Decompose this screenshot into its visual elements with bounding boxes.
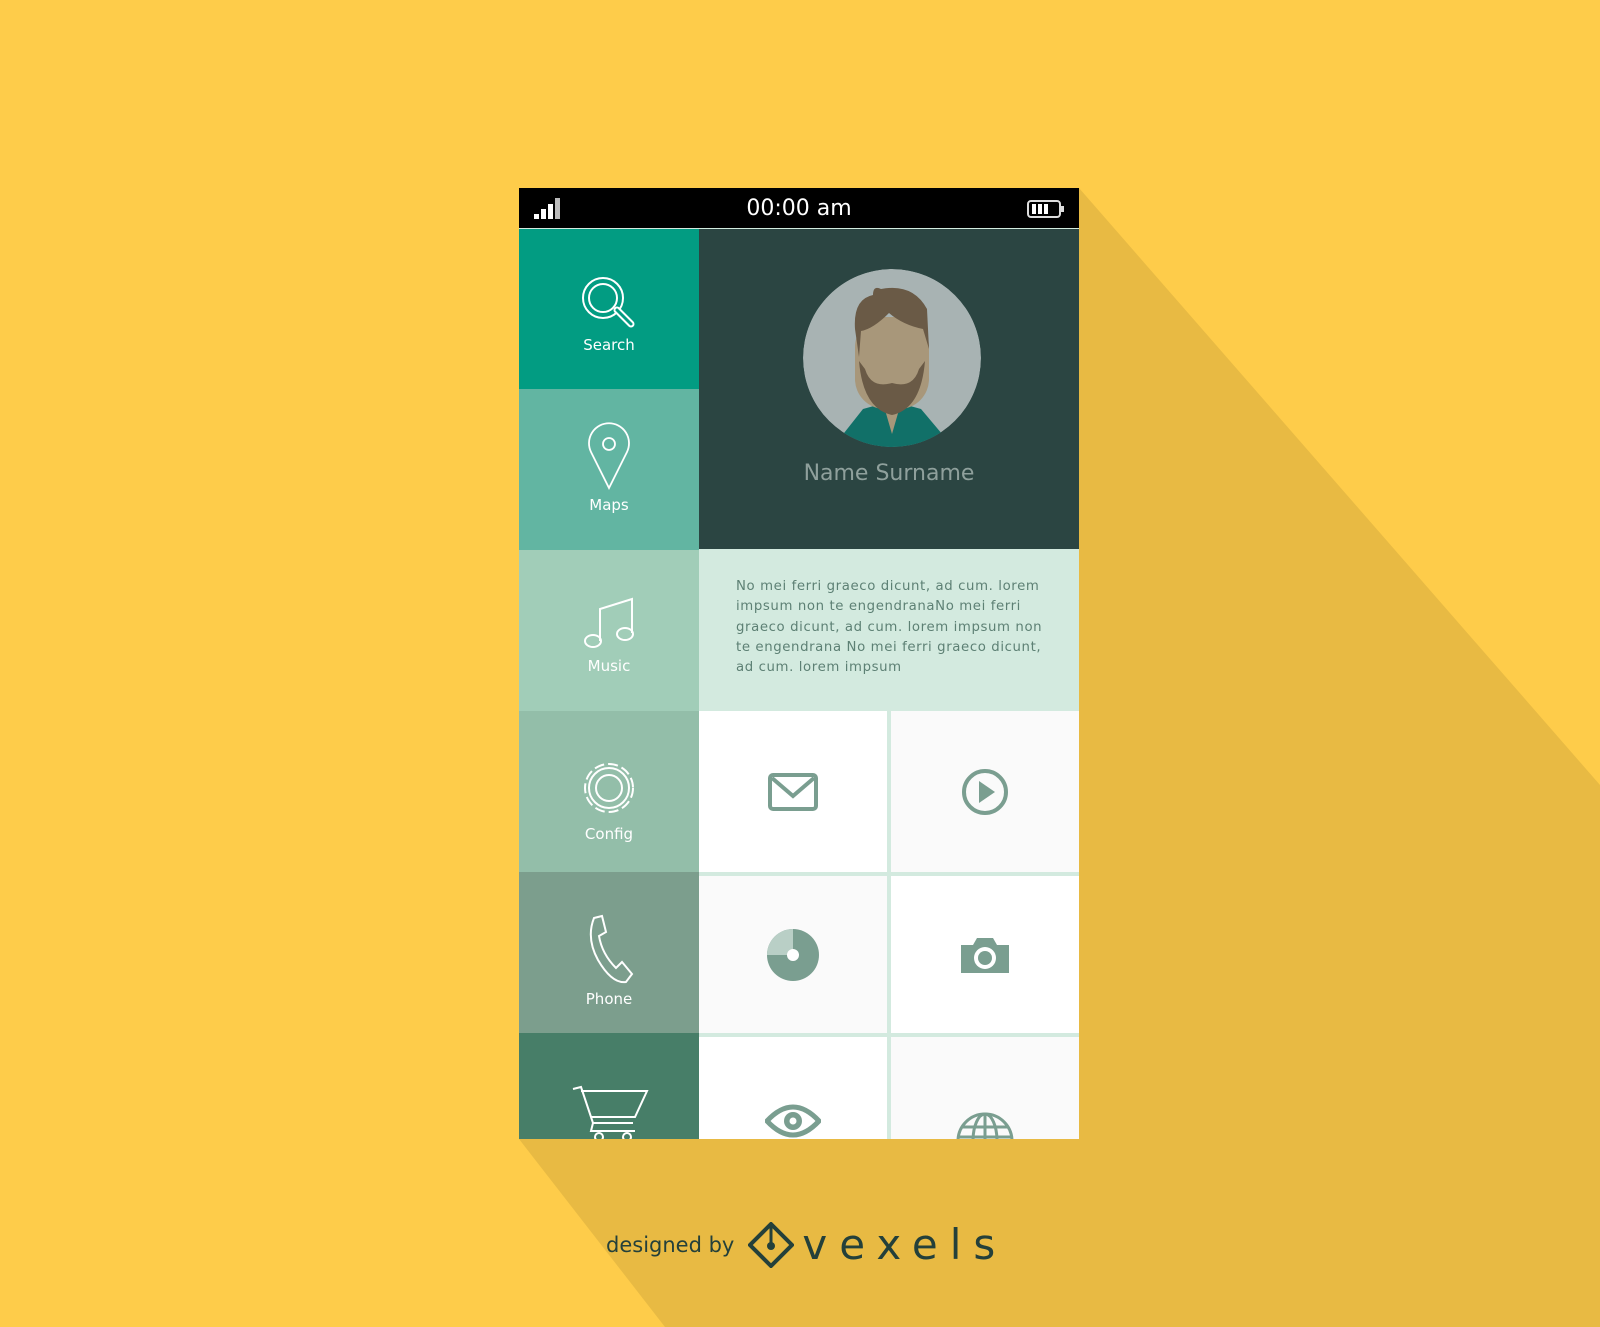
sidebar-item-label: Music (587, 657, 631, 675)
sidebar-item-label: Phone (585, 990, 633, 1008)
sidebar-item-label: Config (584, 825, 634, 843)
grid-eye-button[interactable] (699, 1037, 887, 1139)
phone-icon (589, 914, 634, 984)
sidebar-item-phone[interactable]: Phone (519, 872, 699, 1033)
status-bar: 00:00 am (519, 188, 1079, 228)
profile-description: No mei ferri graeco dicunt, ad cum. lore… (699, 549, 1079, 711)
camera-icon (961, 937, 1009, 973)
vexels-logo: designed by vexels (606, 1220, 1007, 1269)
sidebar-item-label: Search (583, 336, 635, 354)
play-icon (962, 768, 1008, 815)
designed-by-label: designed by (606, 1232, 735, 1257)
disc-icon (767, 928, 819, 981)
grid-play-button[interactable] (891, 711, 1079, 872)
sidebar-item-config[interactable]: Config (519, 711, 699, 872)
globe-icon (956, 1112, 1014, 1139)
avatar[interactable] (803, 269, 981, 447)
profile-name: Name Surname (803, 461, 975, 486)
grid-camera-button[interactable] (891, 876, 1079, 1033)
status-time: 00:00 am (746, 196, 852, 221)
profile-card: Name Surname (699, 229, 1079, 549)
sidebar-item-maps[interactable]: Maps (519, 389, 699, 550)
grid-disc-button[interactable] (699, 876, 887, 1033)
cart-icon (572, 1085, 649, 1139)
grid-globe-button[interactable] (891, 1037, 1079, 1139)
vexels-diamond-icon (748, 1221, 795, 1268)
search-icon (582, 277, 635, 328)
brand-name: vexels (802, 1220, 1008, 1269)
sidebar-item-label: Maps (589, 496, 629, 514)
battery-icon (1027, 200, 1064, 218)
music-note-icon (584, 597, 634, 648)
sidebar-item-music[interactable]: Music (519, 550, 699, 711)
grid-mail-button[interactable] (699, 711, 887, 872)
sidebar-item-search[interactable]: Search (519, 229, 699, 389)
phone-mockup: 00:00 am Search Maps Music Config Phone (519, 188, 1079, 1139)
gear-icon (584, 763, 634, 813)
eye-icon (765, 1104, 821, 1138)
mail-icon (768, 772, 818, 811)
sidebar-item-cart[interactable] (519, 1033, 699, 1139)
map-pin-icon (588, 422, 630, 490)
